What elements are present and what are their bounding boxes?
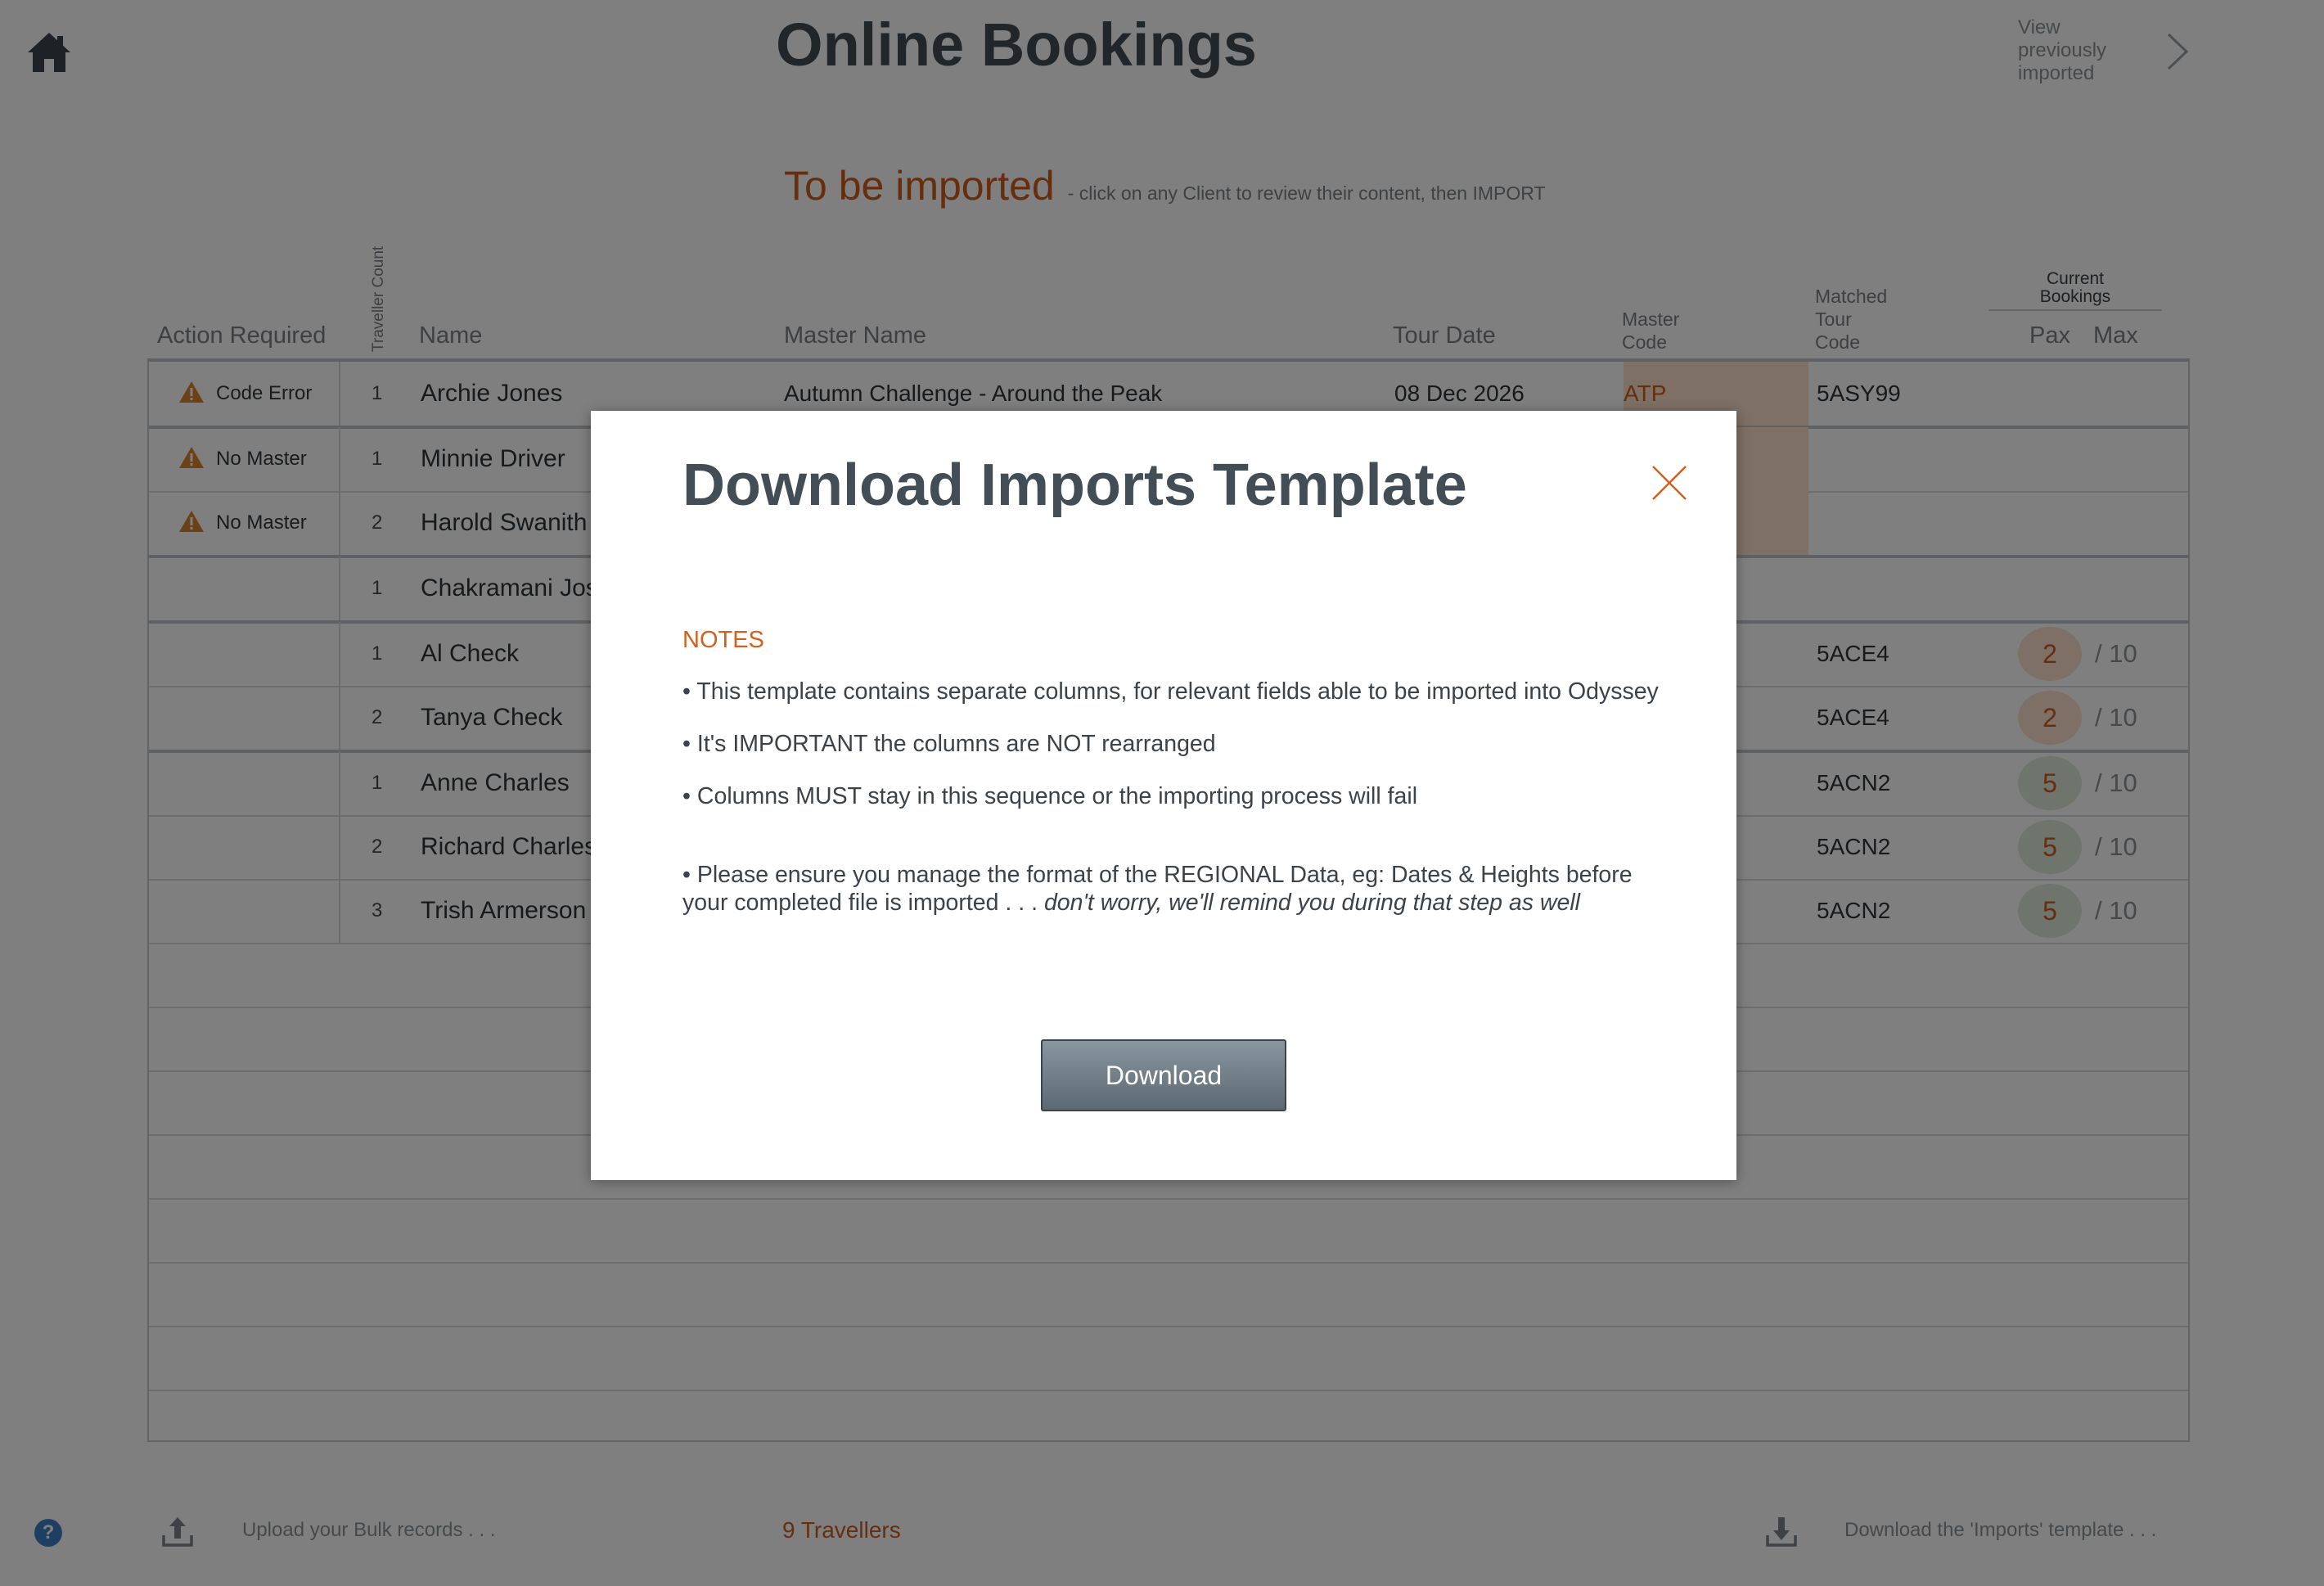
note-line: • Columns MUST stay in this sequence or … [682, 783, 1418, 809]
note-line-italic: don't worry, we'll remind you during tha… [1043, 890, 1581, 916]
note-line: • Please ensure you manage the format of… [682, 861, 1681, 917]
dialog-title: Download Imports Template [682, 453, 1467, 518]
download-button[interactable]: Download [1041, 1039, 1286, 1111]
close-icon[interactable] [1650, 463, 1689, 502]
note-line: • This template contains separate column… [682, 678, 1659, 705]
app-window: Online Bookings View previously imported… [0, 0, 2324, 1586]
note-line: • It's IMPORTANT the columns are NOT rea… [682, 731, 1216, 757]
notes-label: NOTES [682, 627, 764, 653]
download-template-dialog: Download Imports Template NOTES • This t… [591, 411, 1736, 1180]
